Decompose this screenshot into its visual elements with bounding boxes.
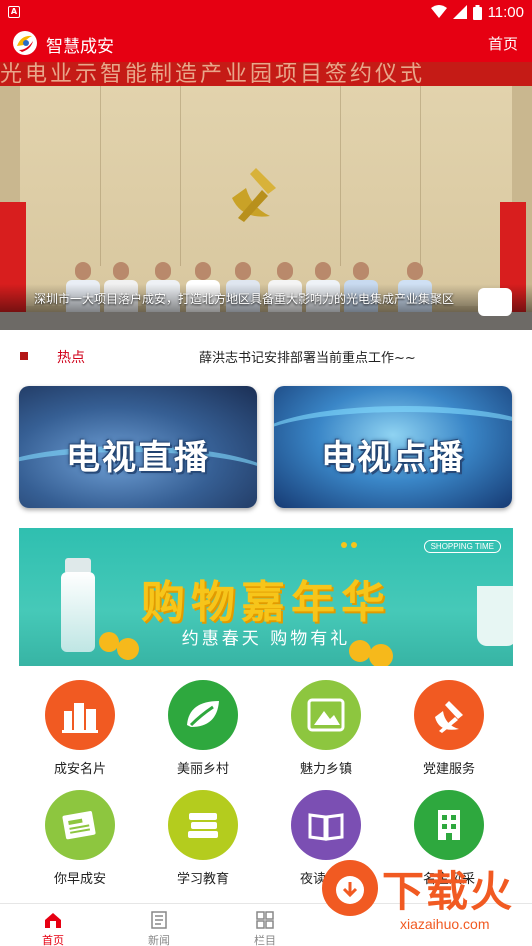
shopping-time-tag: SHOPPING TIME	[423, 540, 501, 553]
grid-icon	[256, 911, 274, 929]
news-banner[interactable]: 光电业示智能制造产业园项目签约仪式 深圳市一大项目落户成安，打造北方地区具备重大…	[0, 62, 532, 330]
notification-icon: A	[8, 6, 20, 18]
grid-item-label: 美丽乡村	[176, 762, 229, 777]
shopping-subtitle: 约惠春天 购物有礼	[181, 629, 351, 649]
app-title: 智慧成安	[46, 37, 114, 57]
tv-vod-label: 电视点播	[321, 438, 465, 478]
battery-icon	[472, 4, 482, 20]
landscape-icon	[291, 680, 361, 750]
status-bar: A 11:00	[0, 0, 532, 24]
tv-live-label: 电视直播	[66, 438, 210, 478]
wall-panel-line	[420, 86, 421, 266]
nav-home-label: 首页	[42, 934, 64, 946]
wall-panel-line	[180, 86, 181, 266]
app-logo-icon	[13, 31, 37, 55]
grid-item-party-service[interactable]: 党建服务	[389, 680, 509, 790]
wall-panel-line	[100, 86, 101, 266]
grid-item-beautiful-village[interactable]: 美丽乡村	[143, 680, 263, 790]
home-link[interactable]: 首页	[488, 33, 518, 54]
grid-item-morning-chengan[interactable]: 你早成安	[20, 790, 140, 900]
grid-item-chengan-card[interactable]: 成安名片	[20, 680, 140, 790]
grid-item-label: 魅力乡镇	[299, 762, 352, 777]
grid-item-label: 党建服务	[422, 762, 475, 777]
hot-label: 热点	[57, 350, 85, 366]
hot-bullet-icon	[20, 352, 28, 360]
signing-table	[0, 312, 532, 330]
grid-item-label: 成安名片	[53, 762, 106, 777]
hot-headline[interactable]: 薛洪志书记安排部署当前重点工作~~	[199, 347, 416, 366]
party-emblem-icon	[414, 680, 484, 750]
watermark-url: xiazaihuo.com	[400, 916, 490, 932]
wifi-icon	[430, 5, 447, 18]
backdrop-banner: 光电业示智能制造产业园项目签约仪式	[0, 62, 532, 87]
signal-icon	[452, 5, 467, 19]
app-bar: 智慧成安 首页	[0, 24, 532, 62]
nav-news-label: 新闻	[148, 934, 170, 946]
grid-item-label: 学习教育	[176, 872, 229, 887]
tv-live-card[interactable]: 电视直播	[19, 386, 257, 508]
clock: 11:00	[487, 3, 524, 21]
watermark-text: 下载火	[382, 867, 515, 916]
banner-caption: 深圳市一大项目落户成安，打造北方地区具备重大影响力的光电集成产业集聚区	[34, 292, 455, 306]
shopping-banner[interactable]: SHOPPING TIME 购物嘉年华 约惠春天 购物有礼	[19, 528, 513, 666]
grid-item-charming-towns[interactable]: 魅力乡镇	[266, 680, 386, 790]
shopping-title: 购物嘉年华	[141, 577, 391, 628]
backdrop-text: 光电业示智能制造产业园项目签约仪式	[0, 62, 426, 87]
buildings-icon	[45, 680, 115, 750]
nav-news[interactable]: 新闻	[124, 908, 194, 946]
party-emblem	[232, 168, 276, 222]
watermark-logo-icon	[322, 860, 378, 916]
grid-item-label: 你早成安	[53, 872, 106, 887]
office-building-icon	[414, 790, 484, 860]
nav-home[interactable]: 首页	[18, 908, 88, 946]
banner-dot	[351, 542, 357, 548]
channel-logo	[478, 288, 512, 316]
home-icon	[45, 913, 61, 928]
wall-panel-line	[340, 86, 341, 266]
grid-item-study-education[interactable]: 学习教育	[143, 790, 263, 900]
newspaper-icon	[45, 790, 115, 860]
open-book-icon	[291, 790, 361, 860]
watermark: 下载火 xiazaihuo.com	[318, 852, 532, 946]
hot-news-bar[interactable]: 热点 薛洪志书记安排部署当前重点工作~~	[0, 330, 532, 382]
tv-vod-card[interactable]: 电视点播	[274, 386, 512, 508]
banner-dot	[341, 542, 347, 548]
nav-columns[interactable]: 栏目	[230, 908, 300, 946]
books-icon	[168, 790, 238, 860]
news-icon	[151, 911, 167, 929]
leaf-icon	[168, 680, 238, 750]
nav-columns-label: 栏目	[254, 934, 276, 946]
